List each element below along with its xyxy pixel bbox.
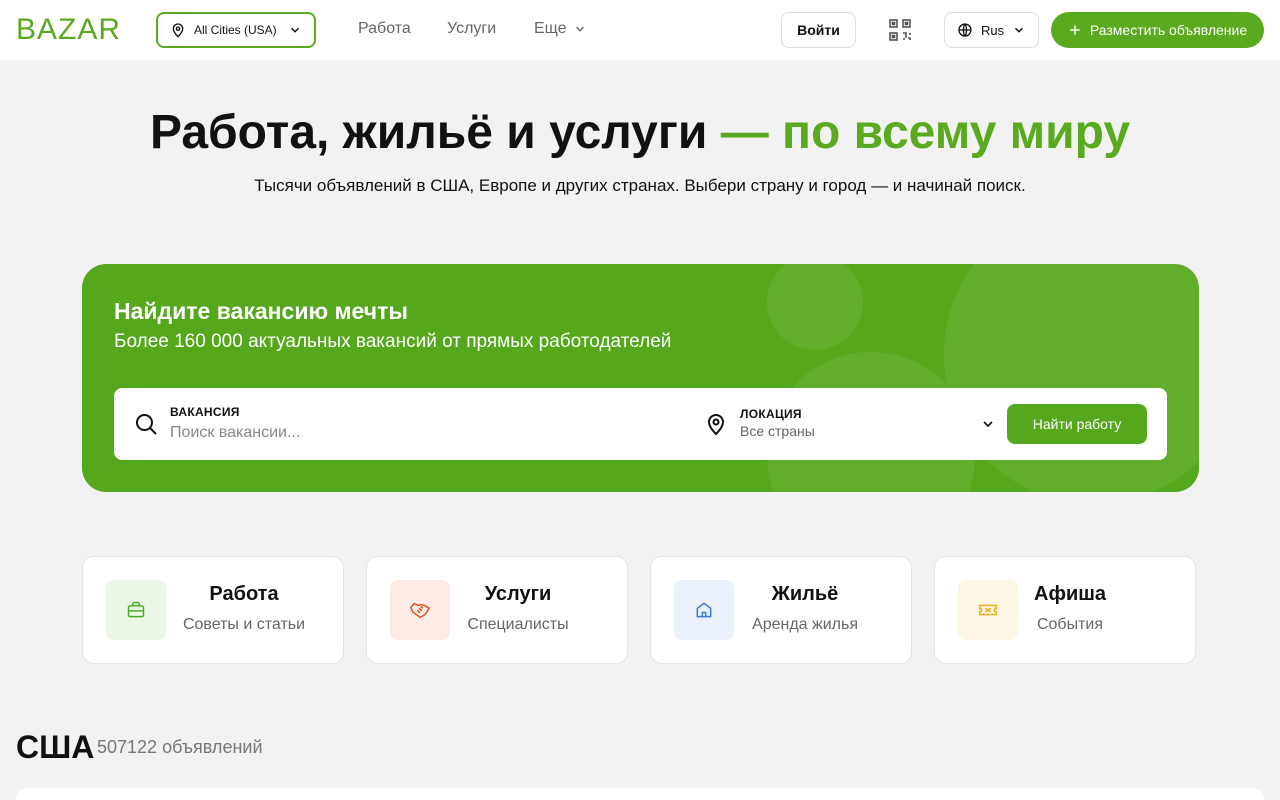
banner-title: Найдите вакансию мечты xyxy=(114,298,409,324)
location-select[interactable]: Все страны xyxy=(740,423,815,439)
nav-more-label: Еще xyxy=(534,20,567,37)
logo[interactable]: BAZAR xyxy=(16,12,121,48)
category-text: Жильё Аренда жилья xyxy=(750,581,860,635)
category-icon-wrap xyxy=(390,580,450,640)
location-field-label: ЛОКАЦИЯ xyxy=(740,407,802,421)
category-card-jobs[interactable]: Работа Советы и статьи xyxy=(82,556,344,664)
hero-subtitle: Тысячи объявлений в США, Европе и других… xyxy=(254,176,1026,195)
hero-title: Работа, жильё и услуги — по всему миру xyxy=(0,104,1280,162)
post-ad-button[interactable]: Разместить объявление xyxy=(1051,12,1264,48)
hero-title-main: Работа, жильё и услуги xyxy=(149,106,708,159)
chevron-down-icon[interactable] xyxy=(980,416,996,432)
category-icon-wrap xyxy=(106,580,166,640)
map-pin-icon xyxy=(172,23,184,38)
nav-services[interactable]: Услуги xyxy=(447,18,496,40)
chevron-down-icon xyxy=(290,27,300,33)
search-icon xyxy=(136,414,157,435)
job-search-banner: Найдите вакансию мечты Более 160 000 акт… xyxy=(82,264,1199,492)
map-pin-icon xyxy=(707,414,725,436)
briefcase-icon xyxy=(127,601,145,618)
language-label: Rus xyxy=(980,22,1005,38)
city-select-label: All Cities (USA) xyxy=(194,23,277,37)
category-title: Жильё xyxy=(771,583,839,605)
category-icon-wrap xyxy=(958,580,1018,640)
category-subtitle: Специалисты xyxy=(467,616,569,633)
chevron-down-icon xyxy=(1015,27,1024,33)
category-title: Афиша xyxy=(1034,583,1107,605)
category-text: Работа Советы и статьи xyxy=(182,581,306,635)
category-card-events[interactable]: Афиша События xyxy=(934,556,1196,664)
job-search-input[interactable] xyxy=(170,422,650,444)
chevron-down-icon xyxy=(575,26,584,32)
login-button[interactable]: Войти xyxy=(781,12,856,48)
category-title: Работа xyxy=(209,583,279,605)
header: BAZAR All Cities (USA) Работа Услуги Еще… xyxy=(0,0,1280,60)
job-search-form: ВАКАНСИЯ ЛОКАЦИЯ Все страны Найти работу xyxy=(114,388,1167,460)
category-card-services[interactable]: Услуги Специалисты xyxy=(366,556,628,664)
qr-code-button[interactable] xyxy=(888,18,912,42)
language-select[interactable]: Rus xyxy=(944,12,1039,48)
listings-card xyxy=(16,788,1264,800)
hero-title-accent: — по всему миру xyxy=(720,106,1131,159)
qr-code-icon xyxy=(889,19,911,41)
category-text: Услуги Специалисты xyxy=(466,581,570,635)
category-text: Афиша События xyxy=(1034,581,1106,635)
category-subtitle: Аренда жилья xyxy=(752,616,858,633)
category-icon-wrap xyxy=(674,580,734,640)
globe-icon xyxy=(958,23,972,37)
banner-subtitle: Более 160 000 актуальных вакансий от пря… xyxy=(114,331,672,352)
category-card-housing[interactable]: Жильё Аренда жилья xyxy=(650,556,912,664)
section-title: США xyxy=(16,729,95,765)
category-title: Услуги xyxy=(484,583,552,605)
post-ad-label: Разместить объявление xyxy=(1089,22,1248,38)
find-job-button[interactable]: Найти работу xyxy=(1007,404,1147,444)
nav-more[interactable]: Еще xyxy=(534,18,587,40)
section-count: 507122 объявлений xyxy=(97,737,263,757)
nav-jobs[interactable]: Работа xyxy=(358,18,411,40)
ticket-icon xyxy=(978,604,998,616)
category-subtitle: Советы и статьи xyxy=(182,616,306,633)
decor-circle xyxy=(767,264,863,350)
category-subtitle: События xyxy=(1036,616,1104,633)
city-select[interactable]: All Cities (USA) xyxy=(156,12,316,48)
plus-icon xyxy=(1070,25,1080,35)
job-field-label: ВАКАНСИЯ xyxy=(170,405,240,419)
house-icon xyxy=(696,602,712,618)
handshake-icon xyxy=(409,602,431,619)
